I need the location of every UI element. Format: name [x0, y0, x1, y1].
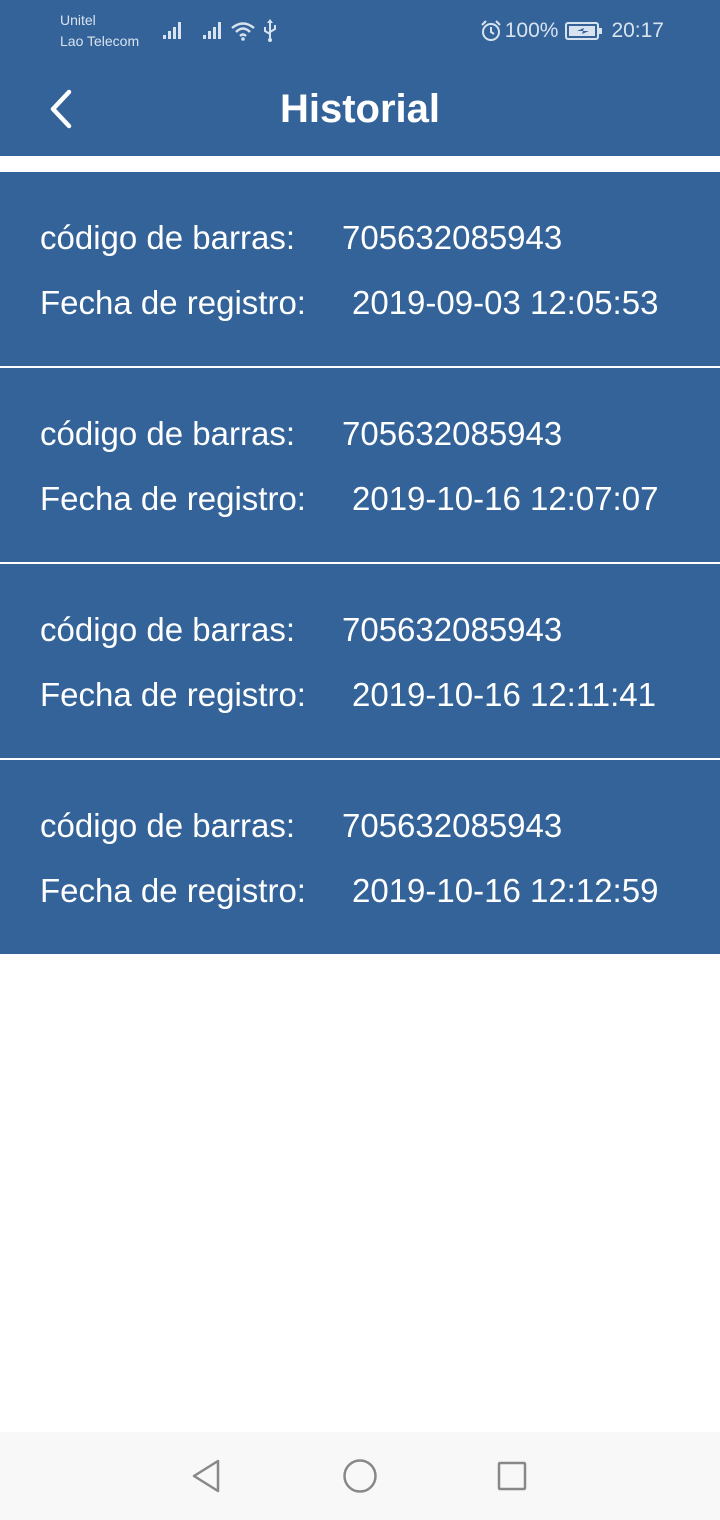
- barcode-row: código de barras: 705632085943: [40, 610, 562, 650]
- carrier-names: Unitel Lao Telecom: [60, 10, 139, 52]
- history-record[interactable]: código de barras: 705632085943 Fecha de …: [0, 760, 720, 954]
- date-row: Fecha de registro: 2019-10-16 12:11:41: [40, 675, 656, 715]
- history-list: código de barras: 705632085943 Fecha de …: [0, 172, 720, 954]
- date-row: Fecha de registro: 2019-10-16 12:12:59: [40, 871, 658, 911]
- usb-icon: [264, 19, 276, 42]
- status-bar: Unitel Lao Telecom 100% 20:17: [0, 0, 720, 62]
- date-row: Fecha de registro: 2019-10-16 12:07:07: [40, 479, 658, 519]
- signal-icon: [203, 22, 221, 39]
- barcode-value: 705632085943: [342, 415, 563, 452]
- barcode-row: código de barras: 705632085943: [40, 806, 562, 846]
- date-label: Fecha de registro:: [40, 480, 306, 517]
- signal-icon: [163, 22, 181, 39]
- battery-percent: 100%: [504, 19, 559, 42]
- barcode-value: 705632085943: [342, 807, 563, 844]
- status-right: 100% 20:17: [480, 16, 664, 46]
- nav-recents-icon: [497, 1461, 527, 1491]
- barcode-value: 705632085943: [342, 611, 563, 648]
- status-time: 20:17: [611, 19, 664, 42]
- app-bar: Unitel Lao Telecom 100% 20:17 Historial: [0, 0, 720, 156]
- page-title: Historial: [279, 87, 441, 131]
- date-value: 2019-09-03 12:05:53: [352, 284, 659, 321]
- barcode-value: 705632085943: [342, 219, 563, 256]
- system-nav-bar: [0, 1432, 720, 1520]
- screen: Unitel Lao Telecom 100% 20:17 Historial …: [0, 0, 720, 1520]
- barcode-label: código de barras:: [40, 611, 295, 648]
- header: Historial: [0, 62, 720, 156]
- history-record[interactable]: código de barras: 705632085943 Fecha de …: [0, 564, 720, 760]
- nav-recents-button[interactable]: [492, 1456, 532, 1496]
- barcode-label: código de barras:: [40, 219, 295, 256]
- date-row: Fecha de registro: 2019-09-03 12:05:53: [40, 283, 658, 323]
- battery-charging-icon: [565, 22, 603, 40]
- date-value: 2019-10-16 12:11:41: [352, 676, 656, 713]
- nav-back-button[interactable]: [186, 1456, 226, 1496]
- barcode-label: código de barras:: [40, 807, 295, 844]
- date-label: Fecha de registro:: [40, 284, 306, 321]
- nav-back-icon: [192, 1459, 220, 1493]
- carrier-1: Unitel: [60, 12, 96, 28]
- alarm-icon: [481, 20, 501, 41]
- date-value: 2019-10-16 12:12:59: [352, 872, 659, 909]
- history-record[interactable]: código de barras: 705632085943 Fecha de …: [0, 368, 720, 564]
- date-label: Fecha de registro:: [40, 872, 306, 909]
- nav-home-icon: [343, 1459, 377, 1493]
- date-value: 2019-10-16 12:07:07: [352, 480, 659, 517]
- barcode-row: código de barras: 705632085943: [40, 414, 562, 454]
- wifi-icon: [231, 22, 255, 41]
- carrier-2: Lao Telecom: [60, 33, 140, 49]
- barcode-row: código de barras: 705632085943: [40, 218, 562, 258]
- date-label: Fecha de registro:: [40, 676, 306, 713]
- nav-home-button[interactable]: [340, 1456, 380, 1496]
- barcode-label: código de barras:: [40, 415, 295, 452]
- history-record[interactable]: código de barras: 705632085943 Fecha de …: [0, 172, 720, 368]
